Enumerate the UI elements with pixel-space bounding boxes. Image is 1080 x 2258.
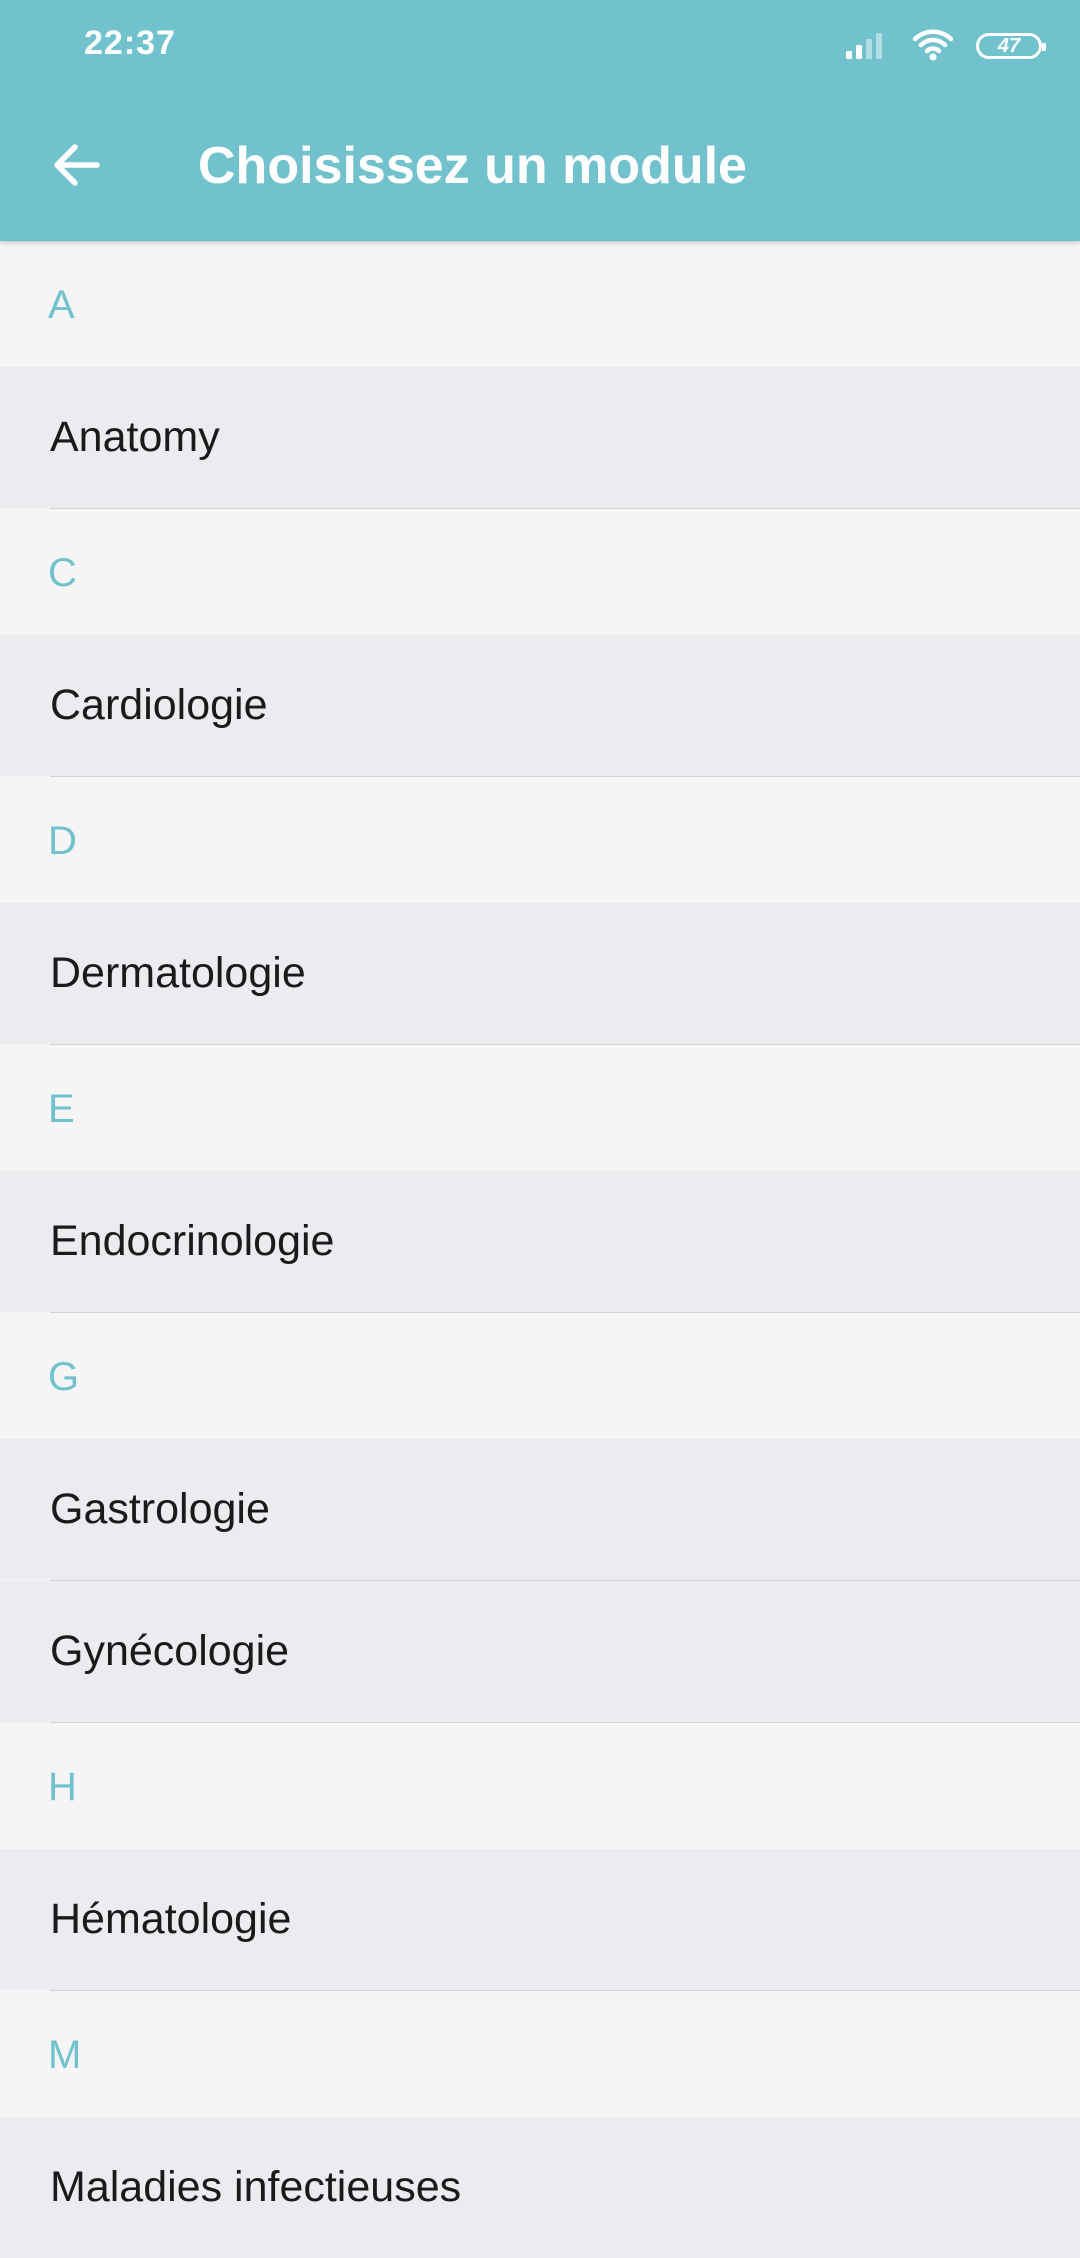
module-label: Dermatologie [50, 949, 306, 997]
module-label: Maladies infectieuses [50, 2163, 462, 2211]
module-list: A Anatomy C Cardiologie D Dermatologie E… [0, 241, 1080, 2258]
section-header-e: E [0, 1045, 1080, 1171]
module-item-gastrologie[interactable]: Gastrologie [0, 1439, 1080, 1580]
section-letter: H [48, 1765, 77, 1809]
section-header-m: M [0, 1991, 1080, 2117]
module-label: Cardiologie [50, 681, 268, 729]
module-item-cardiologie[interactable]: Cardiologie [0, 635, 1080, 776]
section-letter: E [48, 1087, 75, 1131]
arrow-left-icon [53, 143, 101, 192]
section-header-c: C [0, 509, 1080, 635]
status-icons: 47 [846, 26, 1046, 66]
top-bar: 22:37 47 Choisissez un module [0, 0, 1080, 241]
status-time: 22:37 [84, 24, 176, 62]
module-item-endocrinologie[interactable]: Endocrinologie [0, 1171, 1080, 1312]
battery-icon: 47 [976, 33, 1046, 59]
section-header-h: H [0, 1723, 1080, 1849]
module-label: Gynécologie [50, 1627, 290, 1675]
module-label: Gastrologie [50, 1485, 270, 1533]
back-button[interactable] [32, 132, 122, 202]
module-label: Hématologie [50, 1895, 292, 1943]
section-letter: G [48, 1355, 80, 1399]
module-item-gynecologie[interactable]: Gynécologie [0, 1581, 1080, 1722]
section-letter: A [48, 283, 75, 327]
wifi-icon [912, 27, 954, 66]
battery-level: 47 [997, 35, 1021, 57]
signal-icon [846, 29, 890, 64]
app-bar: Choisissez un module [0, 90, 1080, 241]
section-letter: C [48, 551, 77, 595]
module-item-hematologie[interactable]: Hématologie [0, 1849, 1080, 1990]
section-letter: D [48, 819, 77, 863]
module-label: Endocrinologie [50, 1217, 335, 1265]
module-item-anatomy[interactable]: Anatomy [0, 367, 1080, 508]
status-bar: 22:37 47 [0, 0, 1080, 90]
section-header-g: G [0, 1313, 1080, 1439]
section-header-a: A [0, 241, 1080, 367]
module-label: Anatomy [50, 413, 220, 461]
module-item-maladies-infectieuses[interactable]: Maladies infectieuses [0, 2117, 1080, 2258]
module-item-dermatologie[interactable]: Dermatologie [0, 903, 1080, 1044]
section-header-d: D [0, 777, 1080, 903]
section-letter: M [48, 2033, 82, 2077]
page-title: Choisissez un module [198, 137, 747, 195]
